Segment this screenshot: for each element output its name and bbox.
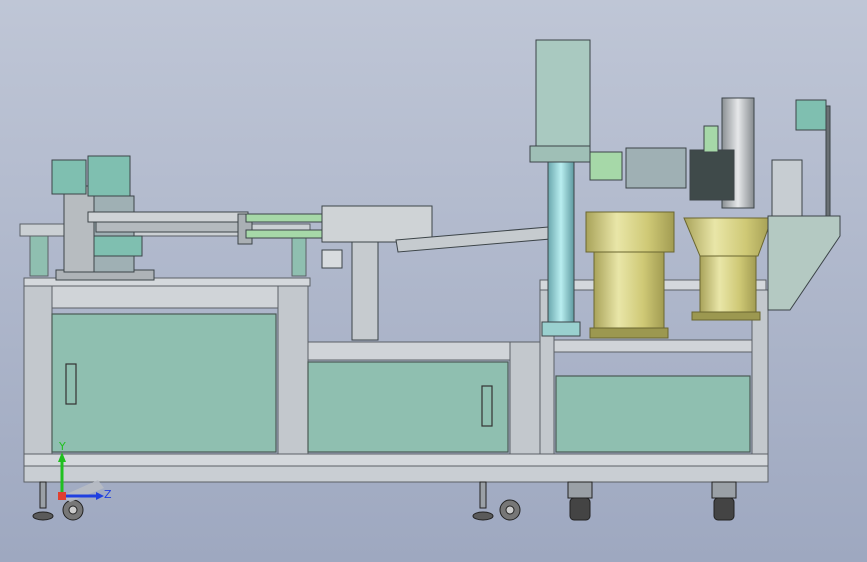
left-side-panel xyxy=(29,235,49,277)
left-column xyxy=(63,185,95,273)
bowl-feeder-a-base xyxy=(593,251,665,329)
bowl-feeder-b-base xyxy=(699,255,757,313)
door-left[interactable] xyxy=(51,313,277,453)
door-right[interactable] xyxy=(555,375,751,453)
left-station xyxy=(51,155,253,281)
z-axis-label: Z xyxy=(104,488,112,501)
transfer-post xyxy=(351,241,379,341)
caster-right-b xyxy=(713,497,735,521)
caster-right-a xyxy=(569,497,591,521)
left-leg xyxy=(23,285,53,483)
mid-leg-a xyxy=(277,285,309,483)
cad-viewport[interactable]: Y Z xyxy=(0,0,867,562)
bowl-feeder-b-top xyxy=(683,217,773,257)
turntable-plate xyxy=(87,211,249,223)
door-middle[interactable] xyxy=(307,361,509,453)
guide-rail-upper xyxy=(245,213,323,223)
transfer-bracket xyxy=(321,205,433,243)
casters xyxy=(32,481,737,521)
guide-rail-lower xyxy=(245,229,323,239)
upper-crossbar-right xyxy=(553,339,753,353)
right-actuator xyxy=(689,149,735,201)
y-axis-label: Y xyxy=(58,440,66,453)
press-motor-housing xyxy=(535,39,591,147)
left-block-b xyxy=(87,155,131,197)
upper-crossbar-mid xyxy=(307,341,517,361)
lower-rail xyxy=(23,453,769,467)
right-side-guard xyxy=(767,215,841,311)
leveling-foot-mid xyxy=(472,511,494,521)
left-block-a xyxy=(51,159,87,195)
left-side-panel-right xyxy=(291,235,307,277)
leveling-foot-left xyxy=(32,511,54,521)
bowl-feeder-a-top xyxy=(585,211,675,253)
bowl-feeders xyxy=(585,211,773,339)
machine-drawing: Y Z xyxy=(19,39,841,521)
upper-crossbar-left xyxy=(51,285,279,309)
press-cylinder xyxy=(547,161,575,323)
base-rail xyxy=(23,465,769,483)
